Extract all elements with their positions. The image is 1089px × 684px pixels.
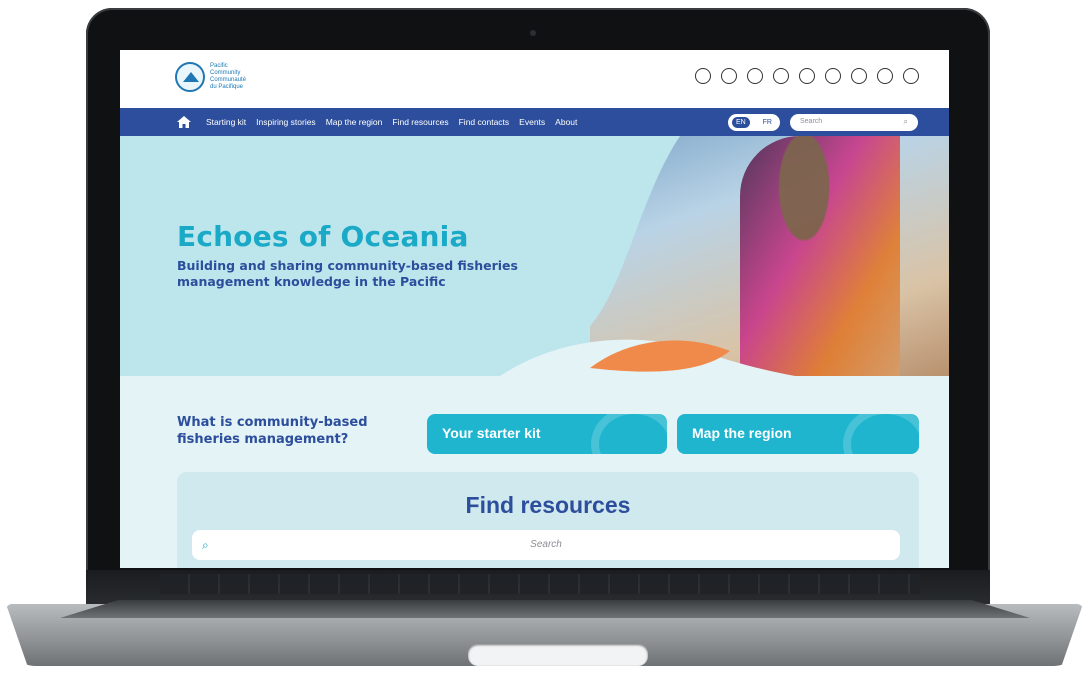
nav-inspiring-stories[interactable]: Inspiring stories xyxy=(256,117,316,127)
laptop-base-top xyxy=(60,600,1030,618)
cta-section: What is community-based fisheries manage… xyxy=(120,376,949,568)
logo-line: Pacific xyxy=(210,63,228,69)
person-icon[interactable] xyxy=(695,68,711,84)
topic-icons xyxy=(695,68,919,84)
resources-search-input[interactable]: ⌕ Search xyxy=(192,530,900,560)
nav-about[interactable]: About xyxy=(555,117,577,127)
map-region-button[interactable]: Map the region xyxy=(677,414,919,454)
nav-starting-kit[interactable]: Starting kit xyxy=(206,117,246,127)
circle-icon[interactable] xyxy=(799,68,815,84)
laptop-notch xyxy=(468,644,648,666)
globe-icon[interactable] xyxy=(773,68,789,84)
nav-links: Starting kit Inspiring stories Map the r… xyxy=(206,108,577,136)
wave-icon[interactable] xyxy=(747,68,763,84)
main-nav: Starting kit Inspiring stories Map the r… xyxy=(120,108,949,136)
lang-fr[interactable]: FR xyxy=(763,119,776,126)
fish-icon[interactable] xyxy=(721,68,737,84)
nav-events[interactable]: Events xyxy=(519,117,545,127)
keyboard xyxy=(160,574,920,594)
header-search-input[interactable]: Search ⌕ xyxy=(790,114,918,131)
logo-line: du Pacifique xyxy=(210,84,244,90)
nav-find-resources[interactable]: Find resources xyxy=(392,117,448,127)
shell-icon[interactable] xyxy=(903,68,919,84)
figure-icon[interactable] xyxy=(825,68,841,84)
lang-en[interactable]: EN xyxy=(732,117,750,128)
hero-subtitle: Building and sharing community-based fis… xyxy=(177,258,518,289)
search-placeholder: Search xyxy=(530,539,562,550)
logo-icon xyxy=(175,62,205,92)
nav-map-region[interactable]: Map the region xyxy=(326,117,383,127)
site-header: Pacific Community Communauté du Pacifiqu… xyxy=(120,50,949,108)
starter-kit-button[interactable]: Your starter kit xyxy=(427,414,667,454)
logo-text: Pacific Community Communauté du Pacifiqu… xyxy=(210,63,246,91)
search-placeholder: Search xyxy=(800,118,823,125)
website-screen: Pacific Community Communauté du Pacifiqu… xyxy=(120,50,949,568)
find-resources-card: Find resources ⌕ Search xyxy=(177,472,919,568)
search-icon[interactable]: ⌕ xyxy=(904,117,908,127)
find-resources-title: Find resources xyxy=(465,492,631,518)
hero-wave-shape xyxy=(120,136,796,376)
laptop-mockup: Pacific Community Communauté du Pacifiqu… xyxy=(0,0,1089,684)
home-icon[interactable] xyxy=(176,114,192,130)
hero-section: Echoes of Oceania Building and sharing c… xyxy=(120,136,949,376)
logo-line: Communauté xyxy=(210,77,247,83)
search-icon: ⌕ xyxy=(202,538,209,552)
cbfm-question-link[interactable]: What is community-based fisheries manage… xyxy=(177,414,407,448)
nav-find-contacts[interactable]: Find contacts xyxy=(459,117,510,127)
camera-icon xyxy=(530,30,536,36)
tree-icon[interactable] xyxy=(877,68,893,84)
sun-icon[interactable] xyxy=(851,68,867,84)
hero-title: Echoes of Oceania xyxy=(177,220,469,253)
spc-logo[interactable]: Pacific Community Communauté du Pacifiqu… xyxy=(175,62,246,92)
language-toggle[interactable]: EN FR xyxy=(728,114,780,131)
logo-line: Community xyxy=(210,70,241,76)
